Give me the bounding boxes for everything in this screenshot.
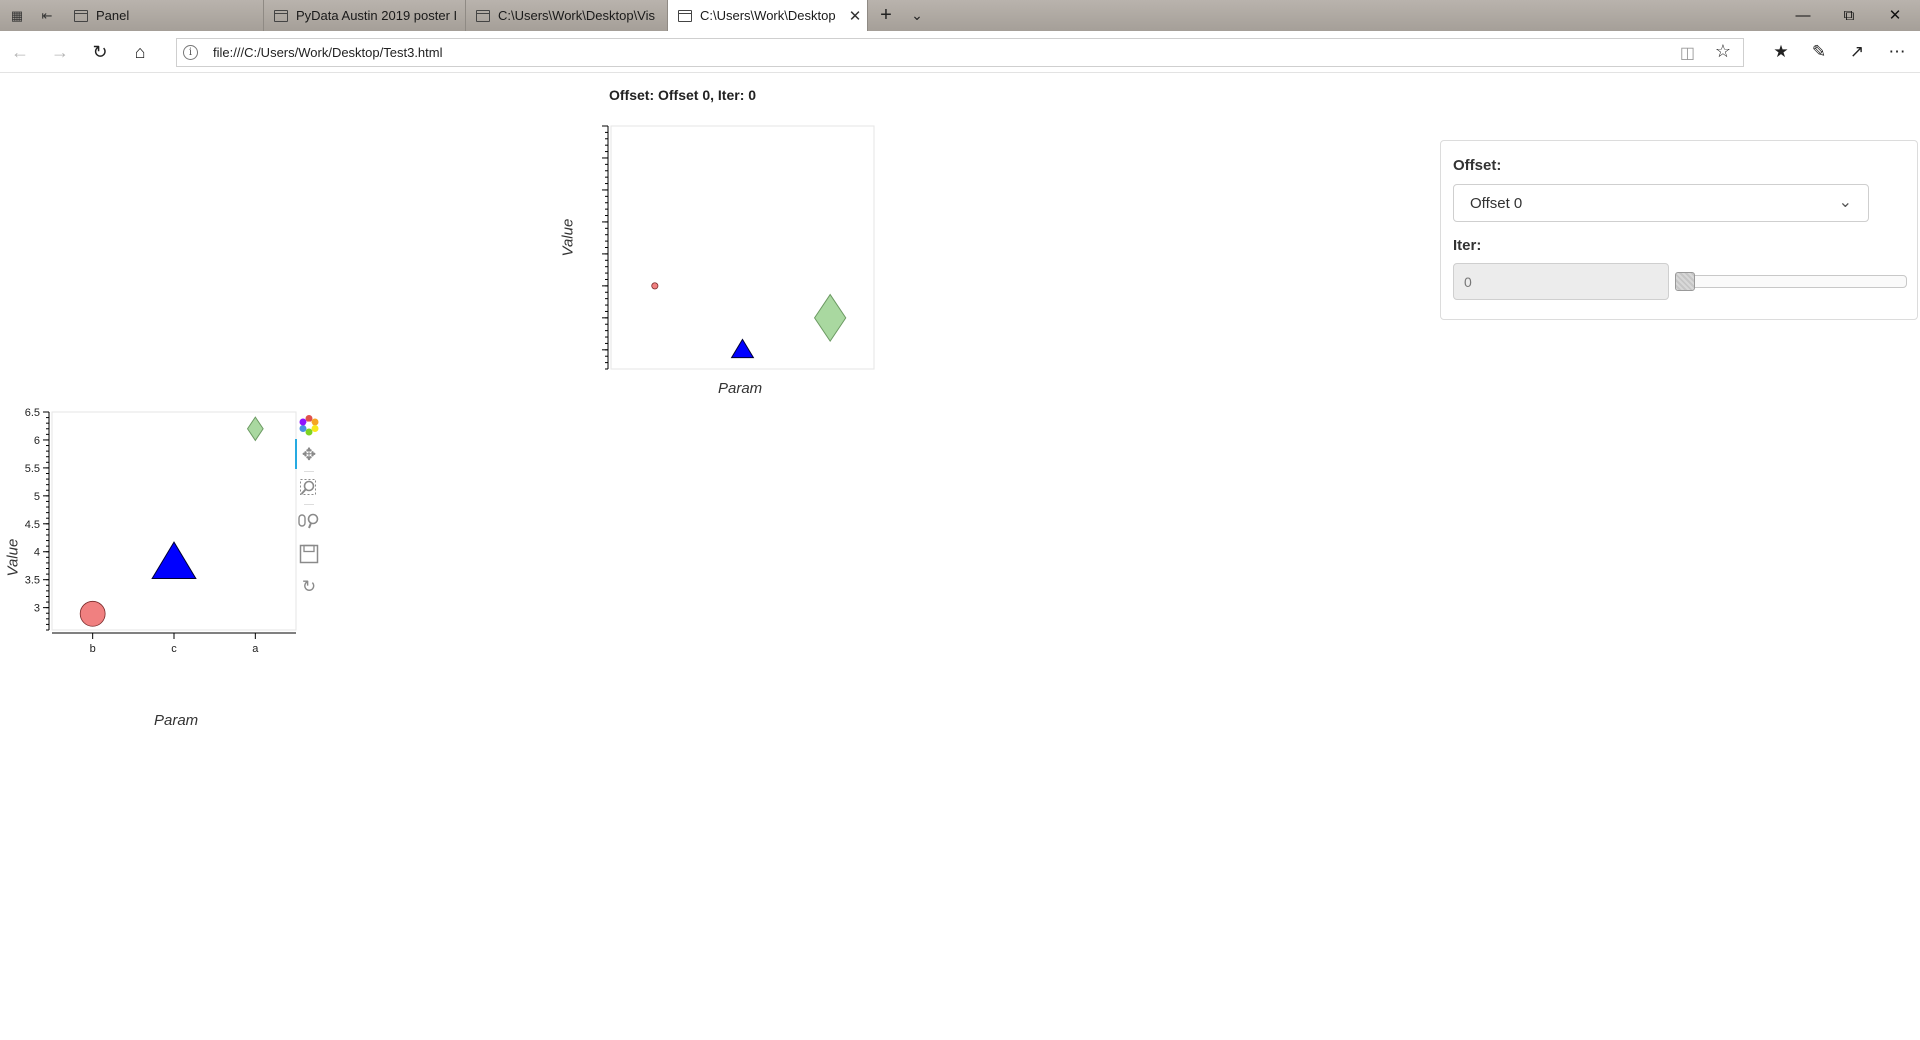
refresh-icon[interactable]: ↻ — [84, 36, 116, 68]
new-tab-button[interactable]: + — [874, 3, 898, 27]
toolbar-divider — [304, 471, 314, 472]
close-window-button[interactable]: ✕ — [1872, 0, 1918, 31]
iter-slider-handle[interactable] — [1675, 272, 1695, 291]
iter-slider[interactable] — [1677, 275, 1907, 288]
star-icon[interactable]: ☆ — [1715, 41, 1731, 62]
x-tick-label: b — [90, 643, 96, 655]
chevron-down-icon: ⌄ — [1838, 194, 1852, 211]
save-icon[interactable] — [296, 541, 322, 567]
tab-label: C:\Users\Work\Desktop\Vis — [498, 8, 656, 23]
back-arrow-icon[interactable]: ← — [4, 36, 36, 68]
tab-bar: ▦ ⇤ Panel PyData Austin 2019 poster I C:… — [0, 0, 1920, 31]
forward-arrow-icon[interactable]: → — [44, 36, 76, 68]
y-tick-label: 4.5 — [25, 519, 40, 531]
y-axis-label: Value — [559, 218, 577, 257]
page-icon — [678, 9, 692, 22]
x-tick-label: c — [171, 643, 177, 655]
y-tick-label: 6 — [34, 435, 40, 447]
iter-label: Iter: — [1453, 237, 1482, 254]
x-axis-label: Param — [718, 380, 763, 397]
pen-icon[interactable]: ✎ — [1802, 36, 1836, 68]
y-tick-label: 6.5 — [25, 407, 40, 419]
more-dots-icon[interactable]: ⋯ — [1880, 36, 1914, 68]
set-tabs-aside-icon[interactable]: ⇤ — [38, 7, 56, 25]
tab-label: Panel — [96, 8, 130, 23]
top-plot[interactable]: 00.511.522.533.5bca — [600, 110, 880, 370]
minimize-button[interactable]: — — [1780, 0, 1826, 31]
bokeh-logo-icon[interactable] — [296, 412, 322, 438]
offset-selected-value: Offset 0 — [1470, 195, 1523, 212]
tab-label: PyData Austin 2019 poster I — [296, 8, 458, 23]
tab-pydata-poster[interactable]: PyData Austin 2019 poster I — [264, 0, 466, 31]
restore-button[interactable]: ⧉ — [1826, 0, 1872, 31]
close-tab-icon[interactable]: ✕ — [843, 7, 867, 25]
page-content: Offset: Offset 0, Iter: 0 00.511.522.533… — [0, 74, 1920, 1040]
page-icon — [274, 9, 288, 22]
widget-box: Offset: Offset 0 ⌄ Iter: 0 — [1440, 140, 1918, 320]
plot-frame — [51, 411, 297, 631]
pan-icon[interactable]: ✥ — [296, 442, 322, 468]
data-point-circle — [651, 282, 659, 290]
home-icon[interactable]: ⌂ — [124, 36, 156, 68]
y-tick-label: 3 — [34, 603, 40, 615]
tab-label: C:\Users\Work\Desktop — [700, 8, 836, 23]
x-axis-label: Param — [154, 712, 199, 729]
favorites-hub-icon[interactable]: ★ — [1764, 36, 1798, 68]
tab-list-chevron-icon[interactable]: ⌄ — [906, 3, 928, 27]
tab-actions-icon[interactable]: ▦ — [8, 7, 26, 25]
y-axis-label: Value — [4, 538, 22, 577]
toolbar-divider — [304, 504, 314, 505]
url-text[interactable]: file:///C:/Users/Work/Desktop/Test3.html — [213, 45, 443, 60]
y-tick-label: 4 — [34, 547, 40, 559]
reset-icon[interactable]: ↻ — [296, 574, 322, 600]
box-zoom-icon[interactable] — [296, 475, 322, 501]
wheel-zoom-icon[interactable] — [296, 508, 322, 534]
plot-toolbar: ✥ ↻ — [295, 412, 322, 596]
iter-value-field[interactable]: 0 — [1453, 263, 1669, 300]
y-tick-label: 3.5 — [25, 575, 40, 587]
share-icon[interactable]: ↗ — [1840, 36, 1874, 68]
offset-label: Offset: — [1453, 157, 1502, 174]
y-tick-label: 5 — [34, 491, 40, 503]
plot-title: Offset: Offset 0, Iter: 0 — [609, 87, 757, 103]
navigation-bar: ← → ↻ ⌂ i file:///C:/Users/Work/Desktop/… — [0, 31, 1920, 73]
tab-desktop-vis[interactable]: C:\Users\Work\Desktop\Vis — [466, 0, 668, 31]
iter-value: 0 — [1464, 274, 1472, 290]
address-bar[interactable]: i file:///C:/Users/Work/Desktop/Test3.ht… — [176, 38, 1744, 67]
tab-panel[interactable]: Panel — [64, 0, 264, 31]
info-icon[interactable]: i — [183, 45, 198, 60]
offset-select[interactable]: Offset 0 ⌄ — [1453, 184, 1869, 222]
bottom-plot[interactable]: 3 3.5 4 4.5 5 5.5 6 6.5 b c a — [20, 404, 300, 660]
x-tick-label: a — [252, 643, 259, 655]
y-tick-label: 5.5 — [25, 463, 40, 475]
tab-desktop-active[interactable]: C:\Users\Work\Desktop ✕ — [668, 0, 868, 31]
data-point-circle — [79, 600, 106, 627]
page-icon — [74, 9, 88, 22]
page-icon — [476, 9, 490, 22]
reading-view-icon[interactable]: ◫ — [1680, 43, 1695, 63]
